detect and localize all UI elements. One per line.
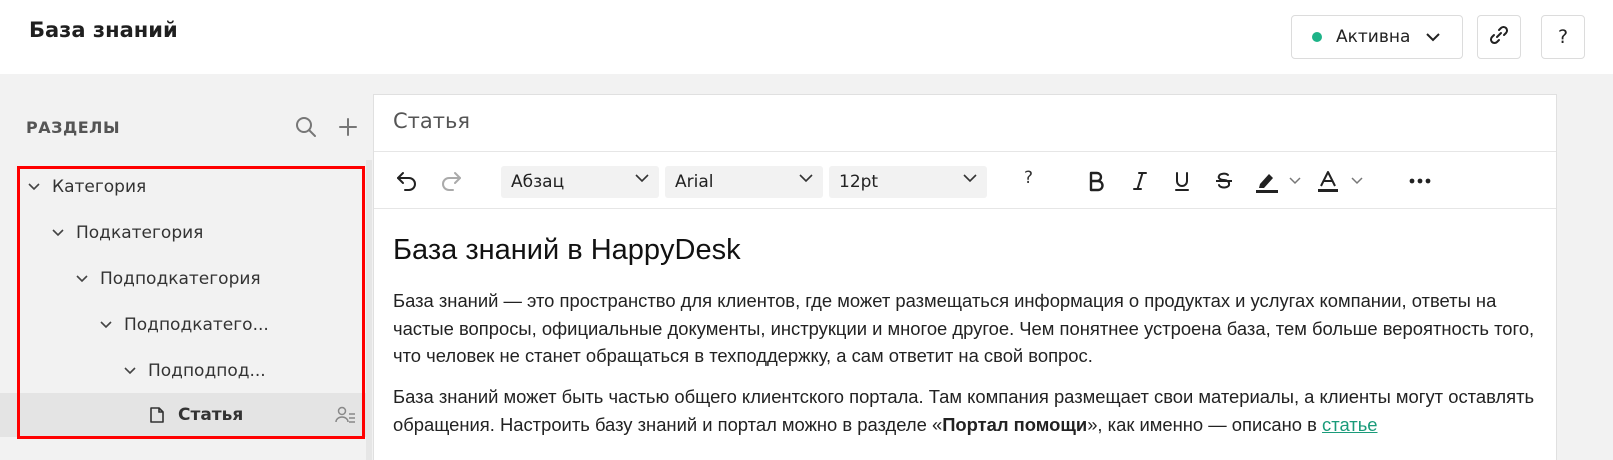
text-color-icon[interactable] (1316, 168, 1340, 194)
editor-toolbar: Абзац Arial 12pt ? (374, 151, 1556, 209)
tree-item-label: Подподкатего... (124, 315, 269, 335)
tree-item-subsubcategory[interactable]: Подподкатегория (0, 257, 372, 301)
chevron-down-icon[interactable] (1288, 168, 1302, 194)
font-size-select[interactable]: 12pt (829, 166, 987, 198)
highlight-color-icon[interactable] (1254, 168, 1280, 194)
font-family-value: Arial (675, 172, 714, 192)
tree-item-subcategory[interactable]: Подкатегория (0, 211, 372, 255)
chevron-down-icon[interactable] (124, 367, 138, 375)
tree-item-label: Подкатегория (76, 223, 204, 243)
bold-icon[interactable] (1084, 168, 1108, 194)
font-size-value: 12pt (839, 172, 879, 192)
block-format-select[interactable]: Абзац (501, 166, 659, 198)
paragraph-2: База знаний может быть частью общего кли… (393, 383, 1543, 438)
tree-item-subsubcategory-2[interactable]: Подподкатего... (0, 303, 372, 347)
underline-icon[interactable] (1170, 168, 1194, 194)
article-link[interactable]: статье (1322, 414, 1377, 435)
sections-title: РАЗДЕЛЫ (26, 118, 121, 137)
chevron-down-icon[interactable] (100, 321, 114, 329)
tree-item-label: Подподкатегория (100, 269, 261, 289)
help-button[interactable]: ? (1541, 15, 1585, 59)
search-icon[interactable] (294, 115, 318, 139)
help-portal-bold: Портал помощи (942, 413, 1088, 435)
copy-link-button[interactable] (1477, 15, 1521, 59)
chevron-down-icon[interactable] (76, 275, 90, 283)
tree-item-article[interactable]: Статья (0, 393, 366, 437)
article-content[interactable]: База знаний в HappyDesk База знаний — эт… (393, 233, 1543, 435)
tree-item-label: Категория (52, 177, 147, 197)
tree-item-category[interactable]: Категория (0, 165, 372, 209)
paragraph-2-text-2: », как именно — описано в (1087, 413, 1323, 435)
link-icon (1488, 24, 1510, 51)
more-icon[interactable] (1408, 168, 1432, 194)
document-icon (148, 406, 166, 424)
block-format-value: Абзац (511, 172, 565, 192)
toolbar-help-button[interactable]: ? (1024, 168, 1033, 188)
article-title[interactable]: Статья (393, 109, 470, 133)
status-label: Активна (1336, 27, 1411, 47)
chevron-down-icon[interactable] (1350, 168, 1364, 194)
chevron-down-icon[interactable] (52, 229, 66, 237)
page-title: База знаний (29, 18, 178, 42)
plus-icon[interactable] (336, 115, 360, 139)
tree-item-subsubcategory-3[interactable]: Подподпод... (0, 349, 372, 393)
font-family-select[interactable]: Arial (665, 166, 823, 198)
chevron-down-icon (1426, 32, 1441, 42)
redo-icon[interactable] (438, 168, 464, 194)
italic-icon[interactable] (1128, 168, 1152, 194)
tree-item-label: Подподпод... (148, 361, 266, 381)
strikethrough-icon[interactable] (1212, 168, 1236, 194)
article-editor: Статья Абзац Arial 12pt ? База знаний в … (373, 94, 1557, 460)
article-heading: База знаний в HappyDesk (393, 234, 741, 266)
status-dropdown[interactable]: Активна (1291, 15, 1463, 59)
chevron-down-icon (799, 174, 813, 183)
chevron-down-icon[interactable] (28, 183, 42, 191)
chevron-down-icon (635, 174, 649, 183)
paragraph-1: База знаний — это пространство для клиен… (393, 290, 1535, 366)
sections-sidebar: РАЗДЕЛЫ Категория Подкатегория Подподкат… (0, 95, 372, 460)
undo-icon[interactable] (394, 168, 420, 194)
status-dot (1312, 32, 1322, 42)
tree-item-label: Статья (178, 405, 244, 425)
top-header: База знаний Активна ? (0, 0, 1613, 74)
users-icon[interactable] (334, 405, 356, 425)
sidebar-scrollbar[interactable] (366, 160, 372, 460)
chevron-down-icon (963, 174, 977, 183)
